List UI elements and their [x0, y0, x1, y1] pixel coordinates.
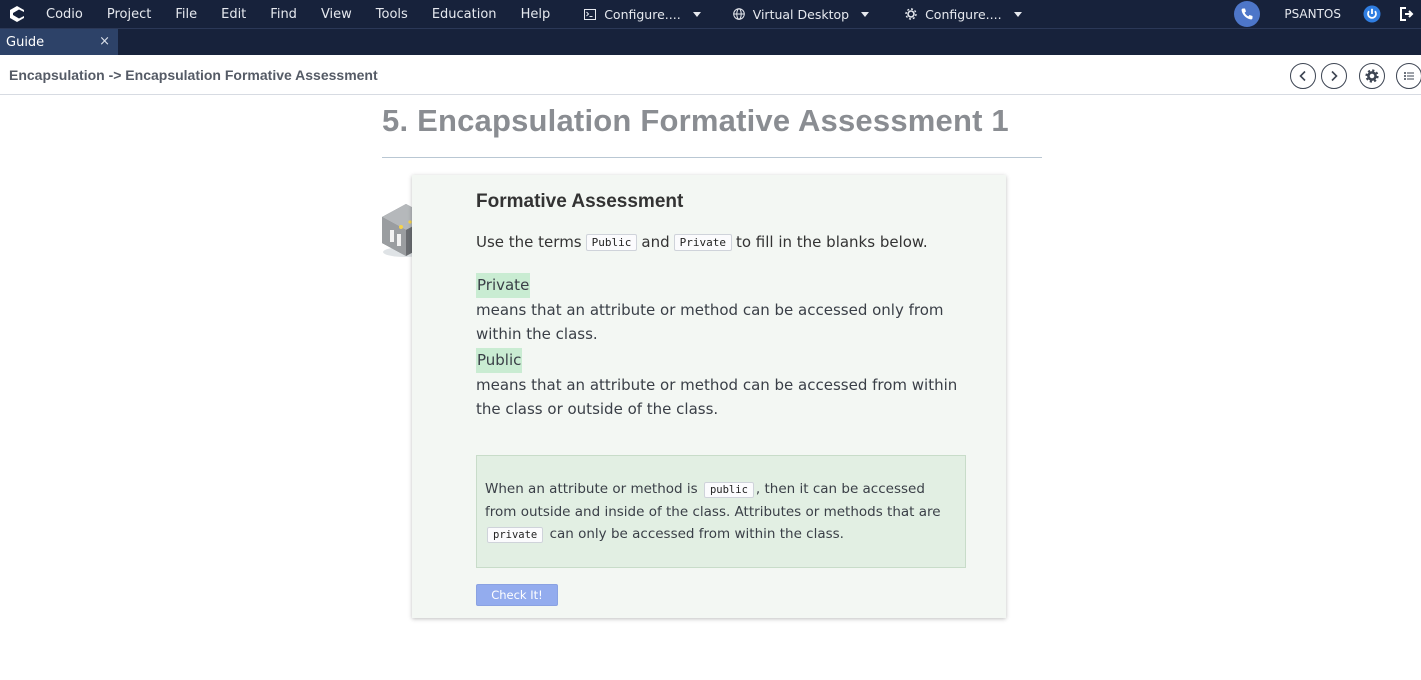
breadcrumb: Encapsulation -> Encapsulation Formative…: [9, 67, 378, 83]
configure-terminal-dropdown[interactable]: Configure....: [582, 0, 701, 28]
list-icon: [1404, 72, 1414, 80]
logout-icon[interactable]: [1397, 4, 1417, 24]
instruction-suffix: to fill in the blanks below.: [735, 233, 928, 251]
guide-settings-button[interactable]: [1359, 63, 1385, 89]
configure-settings-dropdown[interactable]: Configure....: [903, 0, 1022, 28]
user-tools: PSANTOS: [1234, 0, 1421, 28]
chevron-down-icon: [861, 11, 870, 17]
username-label[interactable]: PSANTOS: [1284, 7, 1341, 21]
tab-guide-label: Guide: [6, 34, 45, 50]
virtual-desktop-dropdown[interactable]: Virtual Desktop: [731, 0, 870, 28]
menu-view[interactable]: View: [309, 0, 364, 28]
chevron-down-icon: [692, 11, 701, 17]
explanation-part-3: can only be accessed from within the cla…: [549, 526, 844, 542]
configure-settings-label: Configure....: [925, 6, 1002, 22]
blank-sentence-1: means that an attribute or method can be…: [476, 301, 944, 343]
title-divider: [382, 157, 1042, 158]
terminal-icon: [582, 6, 598, 22]
instruction-middle: and: [641, 233, 670, 251]
blank-sentence-2: means that an attribute or method can be…: [476, 376, 958, 418]
globe-icon: [731, 6, 747, 22]
menu-file[interactable]: File: [163, 0, 209, 28]
public-code-chip: public: [703, 482, 754, 498]
feedback-explanation: When an attribute or method is public, t…: [476, 455, 966, 568]
private-code-chip: private: [487, 527, 544, 543]
blank-answer-1[interactable]: Private: [476, 273, 531, 298]
term-public-chip: Public: [585, 233, 638, 251]
table-of-contents-button[interactable]: [1396, 63, 1421, 89]
menu-education[interactable]: Education: [420, 0, 509, 28]
next-page-button[interactable]: [1321, 63, 1347, 89]
guide-content: 5. Encapsulation Formative Assessment 1 …: [0, 96, 1421, 680]
phone-icon[interactable]: [1234, 1, 1261, 27]
configure-terminal-label: Configure....: [604, 6, 681, 22]
close-icon[interactable]: ×: [99, 34, 110, 49]
virtual-desktop-label: Virtual Desktop: [752, 6, 850, 22]
card-title: Formative Assessment: [476, 191, 684, 212]
chevron-right-icon: [1331, 70, 1338, 82]
assessment-card: Formative Assessment Use the terms Publi…: [412, 175, 1006, 618]
menu-find[interactable]: Find: [258, 0, 309, 28]
gear-icon: [1365, 69, 1379, 83]
chevron-down-icon: [1013, 11, 1022, 17]
gear-icon: [903, 6, 919, 22]
check-it-button[interactable]: Check It!: [476, 584, 558, 606]
tab-guide[interactable]: Guide ×: [0, 29, 118, 55]
instruction-prefix: Use the terms: [476, 233, 582, 251]
previous-page-button[interactable]: [1290, 63, 1316, 89]
menu-tools[interactable]: Tools: [364, 0, 420, 28]
term-private-chip: Private: [673, 233, 732, 251]
chevron-left-icon: [1299, 70, 1306, 82]
power-icon[interactable]: [1361, 3, 1383, 25]
explanation-part-1: When an attribute or method is: [485, 481, 698, 497]
menu-project[interactable]: Project: [95, 0, 163, 28]
blank-answer-2[interactable]: Public: [476, 348, 523, 373]
menu-edit[interactable]: Edit: [209, 0, 258, 28]
codio-logo-icon[interactable]: [0, 0, 34, 28]
tab-bar: Guide ×: [0, 28, 1421, 55]
menu-codio[interactable]: Codio: [34, 0, 95, 28]
instruction-text: Use the terms Public and Private to fill…: [476, 233, 928, 251]
guide-header: Encapsulation -> Encapsulation Formative…: [0, 55, 1421, 95]
menu-bar: Codio Project File Edit Find View Tools …: [0, 0, 1421, 28]
menu-help[interactable]: Help: [509, 0, 563, 28]
page-title: 5. Encapsulation Formative Assessment 1: [382, 103, 1009, 138]
